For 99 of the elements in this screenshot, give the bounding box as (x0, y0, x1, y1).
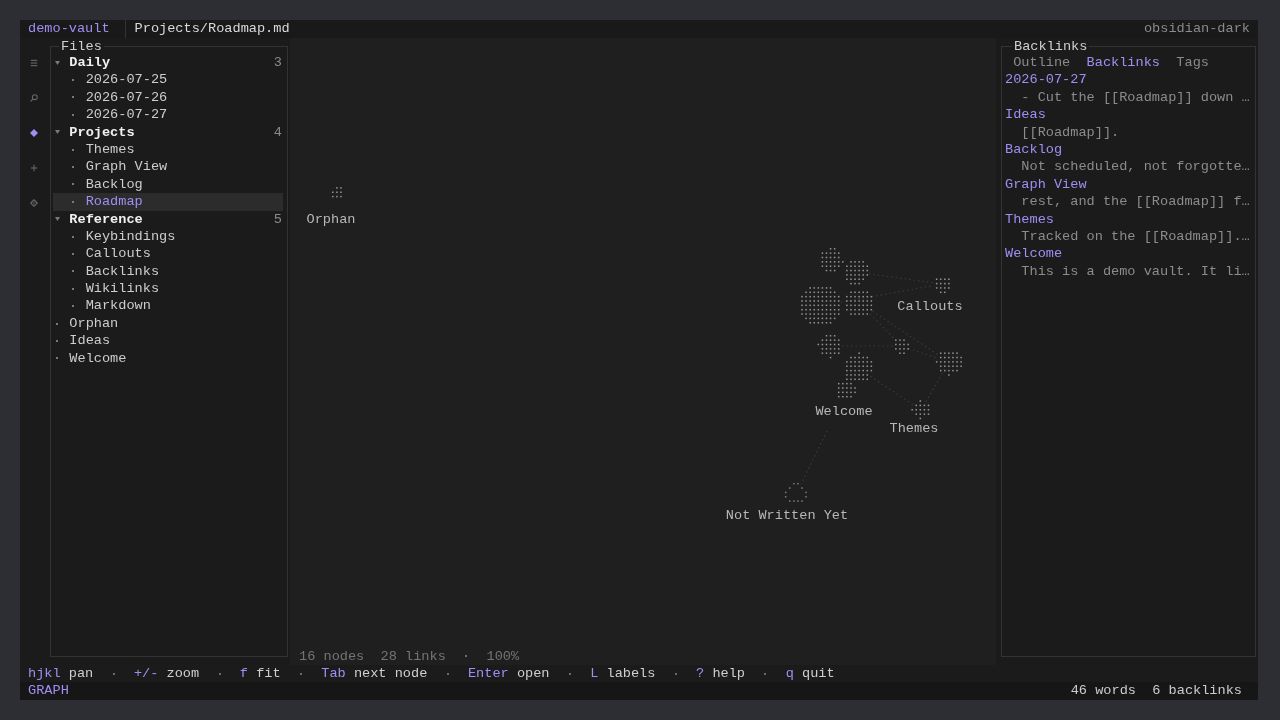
shortcut-key: ? (696, 665, 705, 683)
graph-edge (800, 430, 828, 485)
bullet-icon (56, 357, 59, 360)
file-item[interactable]: Backlog (53, 175, 283, 194)
file-item[interactable]: 2026-07-26 (53, 88, 283, 107)
panel-tab[interactable]: Tags (1176, 54, 1209, 72)
node-label: Orphan (306, 211, 356, 229)
file-item[interactable]: Wikilinks (53, 280, 283, 298)
file-item[interactable]: Markdown (53, 297, 283, 315)
unresolved-node (784, 482, 807, 502)
zoom-level: 100% (486, 647, 520, 665)
graph-node (911, 400, 930, 420)
shortcut-label: pan (68, 665, 94, 683)
item-count: 3 (273, 54, 282, 72)
backlink-source[interactable]: Themes (1005, 210, 1054, 228)
settings-icon[interactable] (30, 199, 38, 207)
bullet-icon (56, 322, 59, 325)
shortcut-key: +/- (133, 665, 159, 683)
backlink-count: 6 backlinks (1152, 682, 1242, 700)
bullet-icon (72, 305, 75, 308)
graph-node (817, 335, 840, 359)
shortcut-label: zoom (166, 665, 200, 683)
bullet-icon (72, 200, 75, 203)
backlink-excerpt: This is a demo vault. It li… (1020, 262, 1250, 281)
graph-node (801, 287, 840, 324)
bullet-icon (72, 287, 75, 290)
bullet-icon (72, 183, 75, 186)
file-item[interactable]: Orphan (53, 314, 283, 333)
search-icon[interactable] (30, 94, 38, 102)
shortcut-label: labels (606, 665, 656, 683)
backlink-excerpt: Not scheduled, not forgotte… (1020, 158, 1250, 176)
item-count: 5 (273, 210, 282, 228)
vault-name: demo-vault (28, 20, 111, 38)
file-item[interactable]: Keybindings (53, 227, 283, 246)
backlink-source[interactable]: Ideas (1005, 106, 1046, 124)
backlink-excerpt: Tracked on the [[Roadmap]].… (1020, 227, 1250, 246)
shortcut-key: hjkl (28, 665, 61, 683)
shortcut-label: next node (353, 665, 428, 683)
link-count: 28 links (380, 647, 446, 665)
node-count: 16 nodes (299, 647, 365, 665)
file-item[interactable]: Backlinks (53, 262, 283, 281)
bullet-icon (72, 270, 75, 273)
mode-indicator: GRAPH (28, 682, 69, 700)
bullet-icon (72, 79, 75, 82)
shortcut-label: fit (256, 665, 281, 683)
file-item[interactable]: Graph View (53, 158, 283, 176)
graph-node (846, 261, 869, 285)
backlink-source[interactable]: 2026-07-27 (1005, 71, 1087, 89)
folder-item[interactable]: Reference 5 (53, 210, 283, 228)
theme-name: obsidian-dark (1143, 20, 1250, 38)
word-count: 46 words (1070, 682, 1136, 700)
file-item[interactable]: Themes (53, 140, 283, 159)
shortcut-key: Enter (467, 665, 509, 683)
bullet-icon (72, 166, 75, 169)
graph-edge (869, 375, 915, 406)
file-item[interactable]: Welcome (53, 349, 283, 368)
file-item[interactable]: Ideas (53, 332, 283, 350)
backlink-source[interactable]: Welcome (1005, 245, 1063, 263)
node-label: Themes (889, 420, 939, 438)
plus-icon[interactable] (30, 164, 38, 172)
graph-node (895, 339, 909, 354)
graph-node (332, 187, 342, 198)
graph-node (935, 278, 950, 294)
bullet-icon (56, 339, 59, 342)
panel-tab[interactable]: Backlinks (1086, 54, 1160, 72)
shortcut-key: f (239, 665, 248, 683)
graph-edge (924, 372, 944, 403)
shortcut-label: quit (802, 665, 835, 683)
shortcut-label: open (516, 665, 550, 683)
menu-icon[interactable] (30, 59, 38, 67)
file-item[interactable]: Roadmap (53, 193, 283, 211)
bullet-icon (72, 235, 75, 238)
folder-item[interactable]: Daily 3 (53, 54, 283, 72)
shortcut-key: q (785, 665, 794, 683)
bullet-icon (72, 96, 75, 99)
shortcut-key: L (590, 665, 599, 683)
node-label: Not Written Yet (725, 507, 849, 525)
backlink-excerpt: [[Roadmap]]. (1020, 123, 1120, 141)
backlink-source[interactable]: Graph View (1005, 175, 1087, 194)
backlink-source[interactable]: Backlog (1005, 140, 1063, 159)
shortcut-key: Tab (321, 665, 346, 683)
diamond-icon[interactable] (30, 129, 38, 137)
bullet-icon (72, 113, 75, 116)
file-path: Projects/Roadmap.md (124, 20, 290, 38)
graph-node (935, 352, 962, 376)
graph-node (846, 291, 873, 315)
backlink-excerpt: - Cut the [[Roadmap]] down … (1020, 88, 1250, 107)
backlink-excerpt: rest, and the [[Roadmap]] f… (1020, 193, 1250, 211)
graph-node (821, 248, 844, 272)
file-item[interactable]: 2026-07-27 (53, 106, 283, 124)
node-label: Welcome (815, 403, 873, 421)
item-count: 4 (273, 123, 282, 141)
shortcut-label: help (712, 665, 746, 683)
file-item[interactable]: Callouts (53, 245, 283, 263)
node-label: Callouts (897, 298, 963, 316)
panel-tab[interactable]: Outline (1013, 54, 1071, 72)
bullet-icon (72, 148, 75, 151)
file-item[interactable]: 2026-07-25 (53, 71, 283, 89)
folder-item[interactable]: Projects 4 (53, 123, 283, 141)
